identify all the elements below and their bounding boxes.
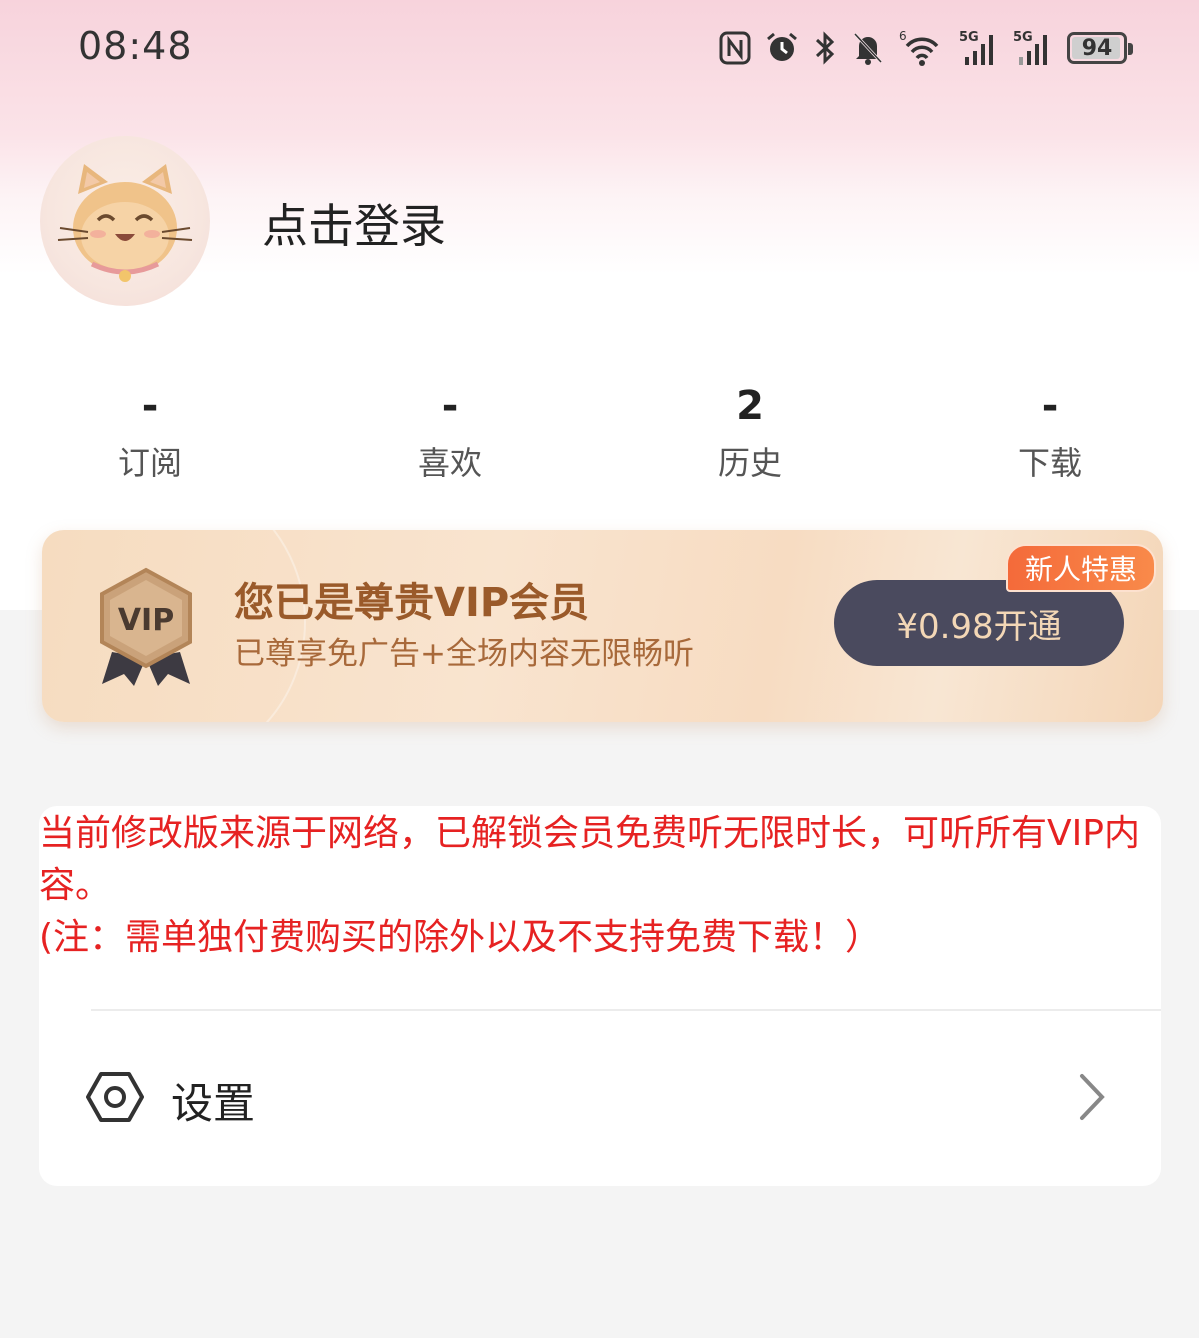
vip-purchase-button[interactable]: ¥0.98开通 [834,580,1124,666]
settings-label: 设置 [171,1079,256,1128]
notice-line-1: 当前修改版来源于网络，已解锁会员免费听无限时长，可听所有VIP内容。 [39,813,1140,906]
new-user-tag: 新人特惠 [1006,544,1156,592]
wifi-icon: 6 [899,28,945,68]
vip-card[interactable]: VIP 您已是尊贵VIP会员 已尊享免广告+全场内容无限畅听 ¥0.98开通 [42,530,1163,722]
vip-badge-text: VIP [118,603,174,638]
network-label-2: 5G [1013,30,1033,45]
settings-row[interactable]: 设置 [39,1040,1161,1152]
divider [91,1009,1161,1011]
notice-line-2: (注：需单独付费购买的除外以及不支持免费下载！） [39,917,882,958]
stat-downloads[interactable]: - 下载 [950,380,1150,484]
stat-value: - [1041,383,1059,429]
signal-5g-icon: 5G [959,29,999,67]
stat-value: - [441,383,459,429]
mod-notice: 当前修改版来源于网络，已解锁会员免费听无限时长，可听所有VIP内容。 (注：需单… [39,808,1169,964]
network-label-1: 5G [959,30,979,45]
stats-row: - 订阅 - 喜欢 2 历史 - 下载 [0,380,1199,490]
status-icons: 6 5G 5G 94 [719,26,1133,70]
nfc-icon [719,31,751,65]
battery-level: 94 [1081,35,1113,61]
stat-label: 订阅 [117,444,182,482]
stat-value: 2 [736,383,764,429]
login-link[interactable]: 点击登录 [262,190,446,256]
wifi-label: 6 [899,29,907,43]
stat-value: - [141,383,159,429]
cat-avatar-icon [57,164,193,282]
status-bar: 08:48 6 5G 5G 94 [0,0,1199,96]
battery-icon: 94 [1067,32,1133,64]
mute-icon [851,30,885,66]
chevron-right-icon [1077,1072,1107,1126]
stat-label: 历史 [717,444,782,482]
stat-label: 下载 [1017,444,1082,482]
vip-subtitle: 已尊享免广告+全场内容无限畅听 [234,636,694,672]
vip-badge-icon: VIP [100,567,192,686]
stat-subscribe[interactable]: - 订阅 [50,380,250,484]
avatar[interactable] [40,136,210,306]
bluetooth-icon [813,30,837,66]
stat-likes[interactable]: - 喜欢 [350,380,550,484]
stat-label: 喜欢 [417,444,482,482]
status-time: 08:48 [78,24,193,68]
stat-history[interactable]: 2 历史 [650,380,850,484]
signal-5g-2-icon: 5G [1013,29,1053,67]
alarm-icon [765,31,799,65]
vip-title: 您已是尊贵VIP会员 [234,580,590,626]
hexagon-settings-icon [85,1070,145,1128]
